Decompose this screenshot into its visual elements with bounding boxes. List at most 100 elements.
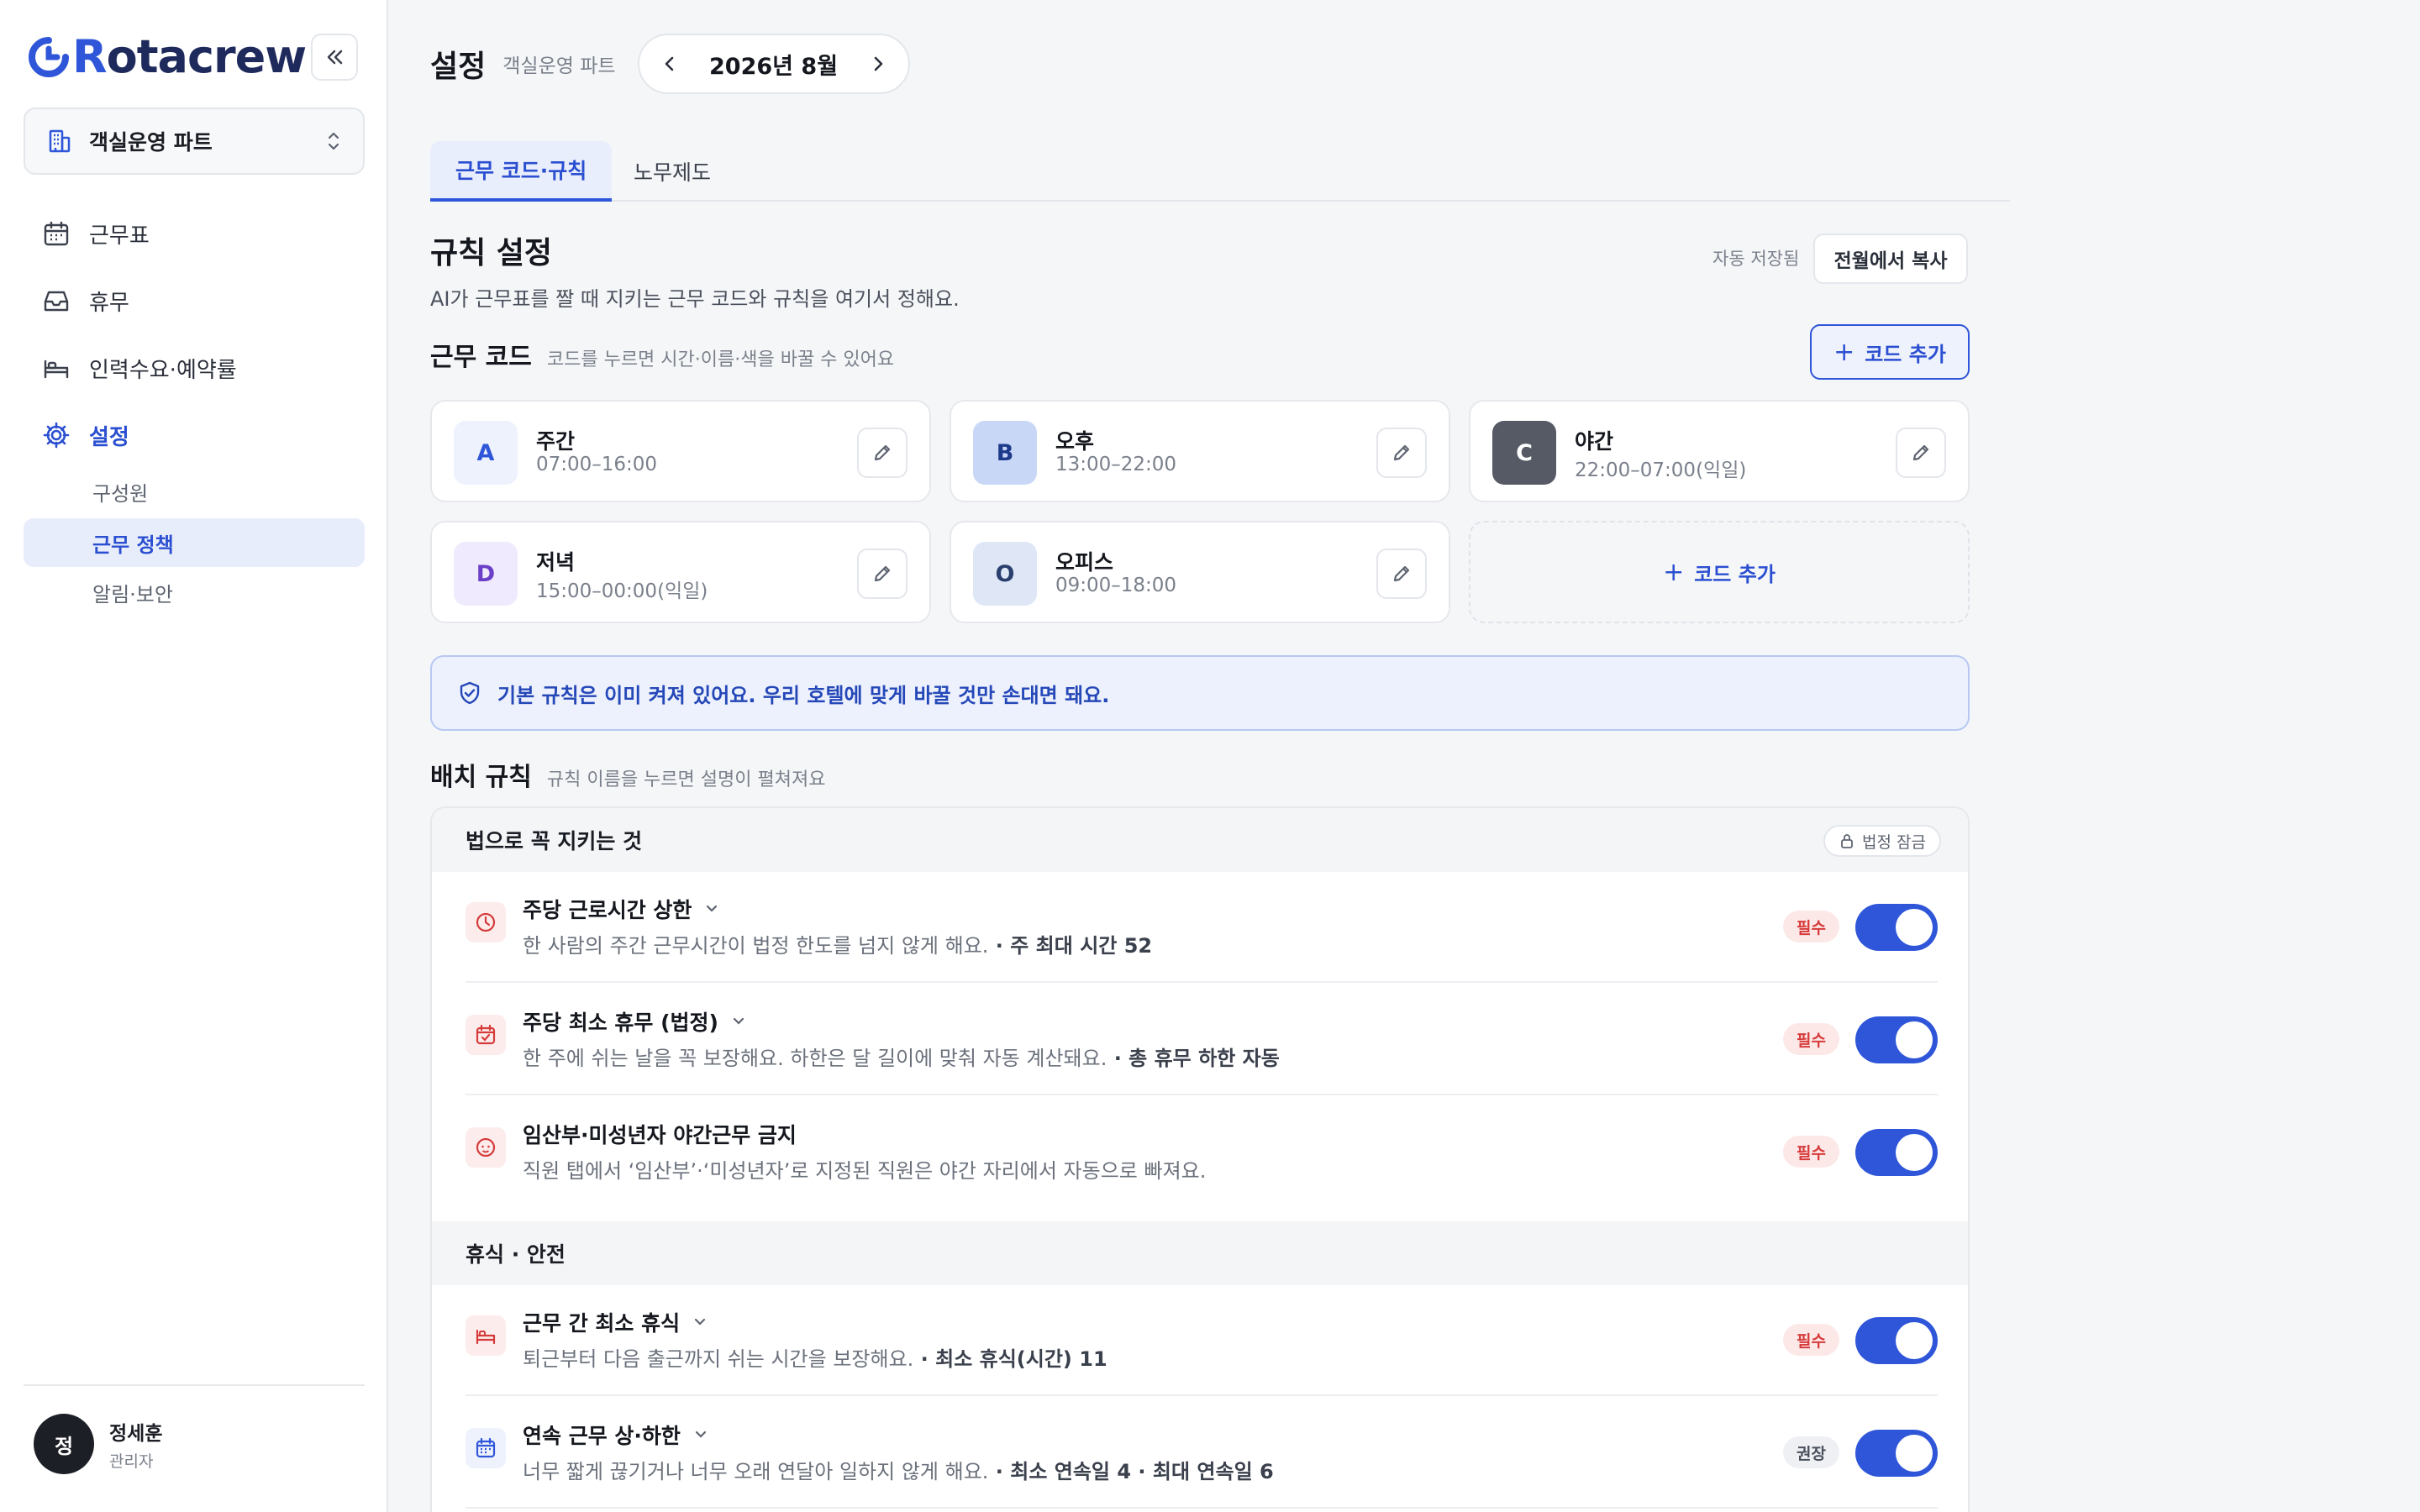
user-name: 정세훈 (109, 1422, 163, 1445)
chevron-up-down-icon (328, 132, 339, 150)
sidebar-subitem-members[interactable]: 구성원 (24, 467, 365, 516)
logo-text: Rotacrew (72, 30, 307, 83)
sidebar-item-schedule[interactable]: 근무표 (24, 207, 365, 260)
rule-toggle[interactable] (1855, 1016, 1938, 1063)
tab-labor-system[interactable]: 노무제도 (608, 141, 736, 202)
rule-description: 직원 탭에서 ‘임산부’·‘미성년자’로 지정된 직원은 야간 자리에서 자동으… (523, 1159, 1207, 1183)
sidebar: Rotacrew 객실운영 파트 근무표 휴무 인력수요·예약률 설정 구성원 … (0, 0, 388, 1512)
codes-title: 근무 코드 (430, 343, 532, 372)
edit-code-button[interactable] (857, 428, 908, 478)
code-card[interactable]: C 야간 22:00–07:00(익일) (1469, 400, 1970, 502)
code-card[interactable]: B 오후 13:00–22:00 (950, 400, 1450, 502)
rule-row: 주당 최소 휴무 (법정) 한 주에 쉬는 날을 꼭 보장해요. 하한은 달 길… (466, 984, 1938, 1095)
collapse-sidebar-button[interactable] (311, 34, 358, 81)
team-selector[interactable]: 객실운영 파트 (24, 108, 365, 175)
pencil-icon (1393, 444, 1410, 461)
chevron-down-icon (695, 1318, 706, 1326)
autosave-status: 자동 저장됨 (1712, 249, 1800, 269)
rule-toggle[interactable] (1855, 1430, 1938, 1477)
required-badge: 필수 (1783, 1324, 1839, 1356)
sidebar-subitem-alerts-security[interactable]: 알림·보안 (24, 568, 365, 617)
info-banner: 기본 규칙은 이미 켜져 있어요. 우리 호텔에 맞게 바꿀 것만 손대면 돼요… (430, 655, 1970, 731)
rule-title[interactable]: 근무 간 최소 휴식 (523, 1307, 708, 1337)
code-name: 야간 (1575, 429, 1614, 454)
clock-icon (466, 902, 506, 942)
sidebar-item-demand[interactable]: 인력수요·예약률 (24, 341, 365, 395)
required-badge: 필수 (1783, 1023, 1839, 1055)
section-title: 규칙 설정 (430, 236, 553, 270)
rule-group-header: 휴식 · 안전 (432, 1221, 1968, 1285)
rule-row: 근무 간 최소 휴식 퇴근부터 다음 출근까지 쉬는 시간을 보장해요. · 최… (466, 1285, 1938, 1396)
pencil-icon (1912, 444, 1929, 461)
section-description: AI가 근무표를 짤 때 지키는 근무 코드와 규칙을 여기서 정해요. (430, 287, 960, 311)
pencil-icon (874, 444, 891, 461)
rule-title[interactable]: 주당 최소 휴무 (법정) (523, 1006, 747, 1037)
inbox-icon (44, 291, 69, 312)
rule-description: 한 사람의 주간 근무시간이 법정 한도를 넘지 않게 해요. · 주 최대 시… (523, 934, 1153, 958)
code-card[interactable]: O 오피스 09:00–18:00 (950, 521, 1450, 623)
placement-description: 규칙 이름을 누르면 설명이 펼쳐져요 (546, 769, 826, 790)
rule-title[interactable]: 주당 근로시간 상한 (523, 894, 720, 924)
rule-row: 임산부·미성년자 야간근무 금지 직원 탭에서 ‘임산부’·‘미성년자’로 지정… (466, 1097, 1938, 1208)
month-selector: 2026년 8월 (637, 34, 910, 94)
team-selector-label: 객실운영 파트 (89, 130, 213, 155)
avatar: 정 (34, 1414, 94, 1474)
chevron-down-icon (707, 905, 718, 912)
required-badge: 필수 (1783, 911, 1839, 942)
code-time: 22:00–07:00(익일) (1575, 459, 1747, 481)
calendar-icon (44, 221, 69, 246)
logo[interactable]: Rotacrew (29, 34, 360, 81)
code-badge: B (973, 421, 1037, 485)
sidebar-subitem-work-policy[interactable]: 근무 정책 (24, 518, 365, 567)
placement-header: 배치 규칙 규칙 이름을 누르면 설명이 펼쳐져요 (430, 756, 825, 793)
rule-row: 연속 근무 상·하한 너무 짧게 끊기거나 너무 오래 연달아 일하지 않게 해… (466, 1398, 1938, 1509)
legal-lock-label: 법정 잠금 (1862, 832, 1926, 852)
add-code-card[interactable]: + 코드 추가 (1469, 521, 1970, 623)
code-card[interactable]: D 저녁 15:00–00:00(익일) (430, 521, 931, 623)
copy-previous-month-button[interactable]: 전월에서 복사 (1813, 234, 1968, 284)
rule-toggle[interactable] (1855, 1317, 1938, 1364)
rule-toggle[interactable] (1855, 904, 1938, 951)
chevron-right-icon[interactable] (868, 54, 888, 74)
code-badge: C (1492, 421, 1556, 485)
edit-code-button[interactable] (1376, 549, 1427, 599)
code-card[interactable]: A 주간 07:00–16:00 (430, 400, 931, 502)
code-name: 오후 (1055, 429, 1095, 454)
lock-icon (1841, 834, 1853, 848)
tab-work-codes-rules[interactable]: 근무 코드·규칙 (430, 141, 613, 202)
codes-header: 근무 코드 코드를 누르면 시간·이름·색을 바꿀 수 있어요 (430, 336, 894, 373)
chevron-down-icon (733, 1017, 744, 1025)
tab-bar: 근무 코드·규칙 노무제도 (430, 141, 2010, 202)
edit-code-button[interactable] (1376, 428, 1427, 478)
rule-toggle[interactable] (1855, 1129, 1938, 1176)
edit-code-button[interactable] (857, 549, 908, 599)
chevron-left-icon[interactable] (660, 54, 680, 74)
plus-icon: + (1663, 557, 1685, 587)
code-time: 09:00–18:00 (1055, 575, 1177, 596)
code-name: 오피스 (1055, 550, 1114, 575)
rule-title[interactable]: 임산부·미성년자 야간근무 금지 (523, 1119, 797, 1149)
double-chevron-left-icon (327, 50, 343, 65)
rule-row: 주당 근로시간 상한 한 사람의 주간 근무시간이 법정 한도를 넘지 않게 해… (466, 872, 1938, 983)
rule-description: 한 주에 쉬는 날을 꼭 보장해요. 하한은 달 길이에 맞춰 자동 계산돼요.… (523, 1047, 1280, 1070)
codes-description: 코드를 누르면 시간·이름·색을 바꿀 수 있어요 (546, 349, 895, 370)
sidebar-item-dayoff[interactable]: 휴무 (24, 274, 365, 328)
shield-check-icon (460, 681, 480, 705)
calendar-days-icon (466, 1428, 506, 1468)
code-badge: A (454, 421, 518, 485)
add-code-button[interactable]: + 코드 추가 (1810, 324, 1970, 380)
gear-icon (43, 422, 70, 449)
edit-code-button[interactable] (1896, 428, 1946, 478)
code-badge: O (973, 542, 1037, 606)
rules-panel: 법으로 꼭 지키는 것 법정 잠금 주당 근로시간 상한 한 사람의 주간 근무… (430, 806, 1970, 1512)
sidebar-item-settings[interactable]: 설정 (24, 408, 365, 462)
rule-group-header: 법으로 꼭 지키는 것 법정 잠금 (432, 808, 1968, 872)
user-profile[interactable]: 정 정세훈 관리자 (34, 1413, 162, 1475)
add-code-label: 코드 추가 (1865, 342, 1946, 366)
main-content: 설정 객실운영 파트 2026년 8월 근무 코드·규칙 노무제도 규칙 설정 … (390, 0, 2420, 1512)
page-header: 설정 객실운영 파트 2026년 8월 (430, 34, 910, 94)
baby-face-icon (466, 1127, 506, 1168)
current-month: 2026년 8월 (709, 53, 839, 80)
rule-title[interactable]: 연속 근무 상·하한 (523, 1420, 709, 1450)
rule-group-title: 법으로 꼭 지키는 것 (466, 829, 643, 853)
